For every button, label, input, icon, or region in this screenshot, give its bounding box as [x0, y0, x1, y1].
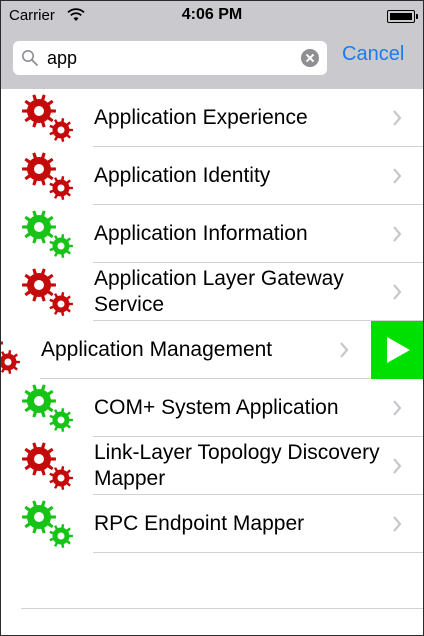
chevron-right-icon [393, 458, 402, 474]
service-row-content: COM+ System Application [1, 379, 423, 437]
gear-icon [22, 442, 73, 490]
chevron-right-icon [393, 226, 402, 242]
service-row-content: Application Layer Gateway Service [1, 263, 423, 321]
service-row-content: Application Experience [1, 89, 423, 147]
gear-icon [1, 341, 20, 374]
service-name: Application Layer Gateway Service [94, 267, 344, 316]
gear-icon [22, 152, 73, 200]
chevron-right-icon [393, 168, 402, 184]
service-name: Application Experience [94, 106, 308, 129]
service-row-content: Application Identity [1, 147, 423, 205]
service-row-content: RPC Endpoint Mapper [1, 495, 423, 553]
gear-icon [22, 500, 73, 548]
service-row[interactable]: RPC Endpoint Mapper [1, 495, 423, 553]
service-row[interactable]: Application Layer Gateway Service [1, 263, 423, 321]
service-row[interactable]: Link-Layer Topology Discovery Mapper [1, 437, 423, 495]
service-row-content: Application Information [1, 205, 423, 263]
gear-icon [22, 384, 73, 432]
search-input[interactable] [47, 45, 291, 71]
service-row[interactable]: Application Management [1, 321, 423, 379]
chevron-right-icon [393, 400, 402, 416]
chevron-right-icon [393, 110, 402, 126]
search-bar: Cancel [1, 33, 423, 89]
chevron-right-icon [393, 284, 402, 300]
app-frame: Carrier 4:06 PM Cancel Application Exper… [0, 0, 424, 636]
service-row[interactable]: Application Identity [1, 147, 423, 205]
clear-icon[interactable] [301, 49, 319, 67]
service-row[interactable]: Application Experience [1, 89, 423, 147]
gear-icon [22, 268, 73, 316]
clock: 4:06 PM [181, 6, 243, 23]
chevron-right-icon [340, 342, 349, 358]
service-row-content: Link-Layer Topology Discovery Mapper [1, 437, 423, 495]
play-icon [387, 337, 410, 363]
battery-icon [387, 10, 418, 23]
service-name: Application Information [94, 222, 308, 245]
service-name: Application Identity [94, 164, 271, 187]
service-name: Application Management [41, 338, 273, 361]
search-icon [22, 50, 38, 66]
search-field[interactable] [13, 41, 327, 75]
service-name: RPC Endpoint Mapper [94, 512, 305, 535]
service-row[interactable]: COM+ System Application [1, 379, 423, 437]
gear-icon [22, 210, 73, 258]
service-name: Link-Layer Topology Discovery Mapper [94, 441, 380, 490]
list-end-divider [21, 608, 423, 609]
service-name: COM+ System Application [94, 396, 339, 419]
cancel-button[interactable]: Cancel [342, 43, 404, 66]
service-row-content: Application Management [1, 321, 370, 379]
start-service-button[interactable] [371, 321, 423, 379]
row-separator [93, 552, 423, 553]
service-row[interactable]: Application Information [1, 205, 423, 263]
status-bar: Carrier 4:06 PM [1, 1, 423, 33]
gear-icon [22, 94, 73, 142]
chevron-right-icon [393, 516, 402, 532]
